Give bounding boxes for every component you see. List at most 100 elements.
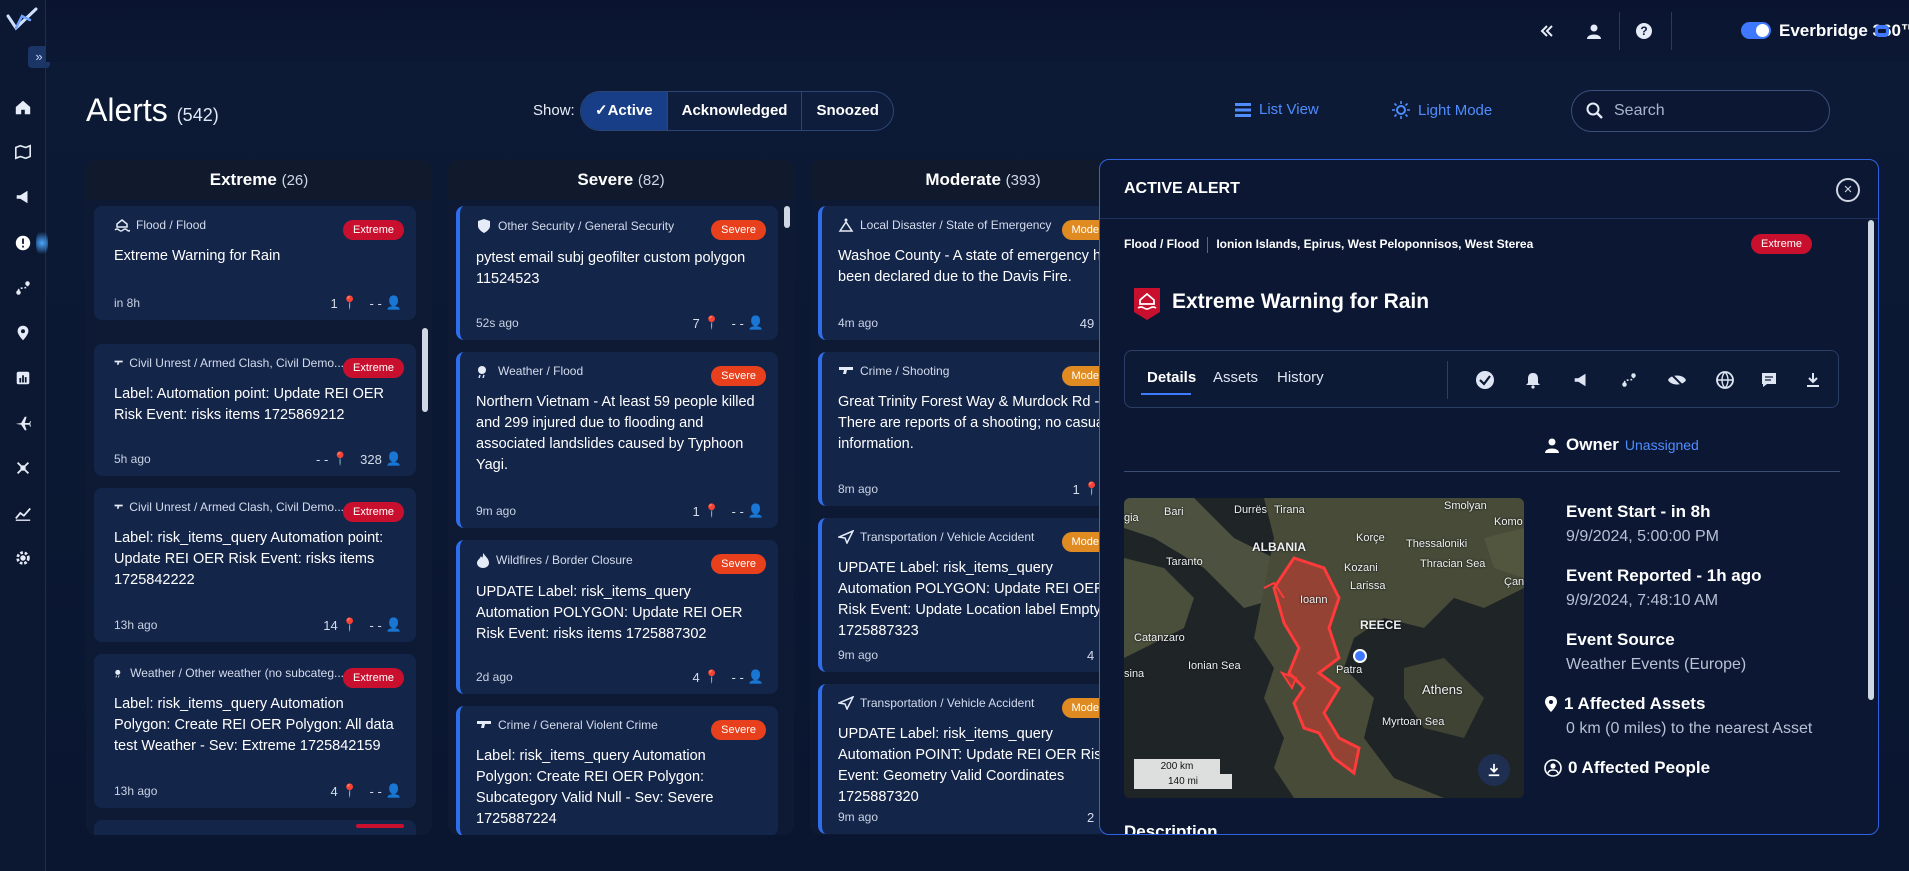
divider [1447,361,1448,399]
gun-icon [114,504,123,509]
alert-card[interactable]: Local Disaster / State of Emergency Mode… [818,206,1140,340]
person-circle-icon [1544,759,1562,777]
weather-icon [115,669,121,678]
filter-active-button[interactable]: ✓Active [581,92,668,130]
tab-details[interactable]: Details [1147,369,1196,386]
alert-card[interactable]: Crime / Shooting Moderate Great Trinity … [818,352,1140,506]
card-time: 52s ago [476,316,519,330]
divider [1100,218,1878,219]
route-icon[interactable] [8,273,38,303]
analytics-icon[interactable] [8,498,38,528]
svg-text:?: ? [1640,24,1647,38]
column-extreme: Extreme (26) Flood / Flood Extreme Extre… [86,160,432,835]
map-label: Smolyan [1444,500,1487,512]
alerts-total-count: (542) [176,105,219,125]
settings-gear-icon[interactable] [8,543,38,573]
alert-card[interactable]: Transportation / Vehicle Accident Modera… [818,518,1140,672]
column-header: Severe (82) [448,160,794,200]
alert-card[interactable] [94,820,416,835]
map-download-button[interactable] [1478,754,1510,786]
user-profile-icon[interactable] [1581,18,1607,44]
alert-card[interactable]: Flood / Flood Extreme Extreme Warning fo… [94,206,416,320]
close-icon[interactable]: × [1836,178,1860,202]
weather-icon [478,366,486,378]
tab-history[interactable]: History [1277,369,1324,386]
alert-card[interactable]: Transportation / Vehicle Accident Modera… [818,684,1140,834]
severity-badge: Extreme [343,358,404,378]
tab-assets[interactable]: Assets [1213,369,1258,386]
card-time: 5h ago [114,452,151,466]
list-view-button[interactable]: List View [1235,101,1319,118]
hide-icon[interactable] [1667,370,1687,390]
severity-badge: Extreme [343,502,404,522]
pin-icon: 📍 [341,295,358,310]
person-icon: 👤 [385,295,402,310]
help-icon[interactable]: ? [1631,18,1657,44]
card-counts: 1 📍 - - 👤 [330,295,402,311]
top-bar: ? Everbridge 360™ [46,0,1909,62]
location-pin-icon [1545,696,1557,712]
filter-snoozed-button[interactable]: Snoozed [802,92,893,130]
download-icon[interactable] [1803,370,1823,390]
alert-card[interactable]: Civil Unrest / Armed Clash, Civil Demo..… [94,488,416,642]
severity-badge: Severe [711,720,766,740]
map-book-icon[interactable] [8,137,38,167]
left-nav: » [0,0,50,871]
everbridge-logo-icon[interactable] [5,6,39,34]
list-icon [1235,102,1251,117]
acknowledge-check-icon[interactable] [1475,370,1495,390]
map-label: Çan [1504,576,1524,588]
card-counts: 4 📍 - - 👤 [692,669,764,685]
filter-acknowledged-button[interactable]: Acknowledged [668,92,803,130]
alert-card[interactable]: Civil Unrest / Armed Clash, Civil Demo..… [94,344,416,476]
map-label: Thessaloniki [1406,538,1468,550]
severity-badge: Extreme [1751,234,1812,254]
shield-icon [478,219,490,233]
alert-card[interactable]: Wildfires / Border Closure Severe UPDATE… [456,540,778,694]
search-input[interactable] [1614,102,1814,120]
owner-row: Owner Unassigned [1544,435,1699,455]
column-scrollbar[interactable] [784,206,790,228]
affected-people: 0 Affected People [1544,758,1710,778]
person-icon: 👤 [747,669,764,684]
card-title: UPDATE Label: risk_items_query Automatio… [838,726,1109,805]
card-category: Weather / Flood [476,364,706,378]
card-title: Label: Automation point: Update REI OER … [114,386,385,423]
megaphone-icon[interactable] [1571,370,1591,390]
app-toggle-switch[interactable] [1741,22,1771,39]
assistant-bot-icon[interactable] [1869,18,1895,44]
route-icon[interactable] [1619,370,1639,390]
person-icon: 👤 [747,503,764,518]
alert-card[interactable]: Other Security / General Security Severe… [456,206,778,340]
card-category: Transportation / Vehicle Accident [838,696,1068,710]
pin-icon: 📍 [703,503,720,518]
alert-icon[interactable] [8,228,38,258]
owner-assign-link[interactable]: Unassigned [1625,437,1699,453]
card-title: Label: risk_items_query Automation Polyg… [114,696,394,754]
column-scrollbar[interactable] [422,328,428,412]
card-category: Local Disaster / State of Emergency [838,218,1068,232]
drone-icon[interactable] [8,453,38,483]
map-label: Tirana [1274,504,1305,516]
snooze-bell-icon[interactable] [1523,370,1543,390]
card-time: 9m ago [476,504,517,518]
megaphone-icon[interactable] [8,182,38,212]
alert-card[interactable]: Weather / Flood Severe Northern Vietnam … [456,352,778,528]
airplane-icon[interactable] [8,408,38,438]
comment-icon[interactable] [1759,370,1779,390]
home-icon[interactable] [8,92,38,122]
location-pin-icon[interactable] [8,318,38,348]
reports-icon[interactable] [8,363,38,393]
alert-card[interactable]: Crime / General Violent Crime Severe Lab… [456,706,778,835]
card-counts: 7 📍 - - 👤 [692,315,764,331]
panel-scrollbar[interactable] [1868,220,1874,700]
card-category: Other Security / General Security [476,218,706,234]
card-title: Label: risk_items_query Automation point… [114,530,384,588]
globe-icon[interactable] [1715,370,1735,390]
collapse-panel-icon[interactable] [1534,18,1560,44]
light-mode-button[interactable]: Light Mode [1392,101,1492,119]
alert-card[interactable]: Weather / Other weather (no subcateg... … [94,654,416,808]
alert-map[interactable]: Bari Durrës Tirana Smolyan Komo ALBANIA … [1124,498,1524,798]
divider [1124,471,1840,472]
severity-badge: Extreme [343,220,404,240]
